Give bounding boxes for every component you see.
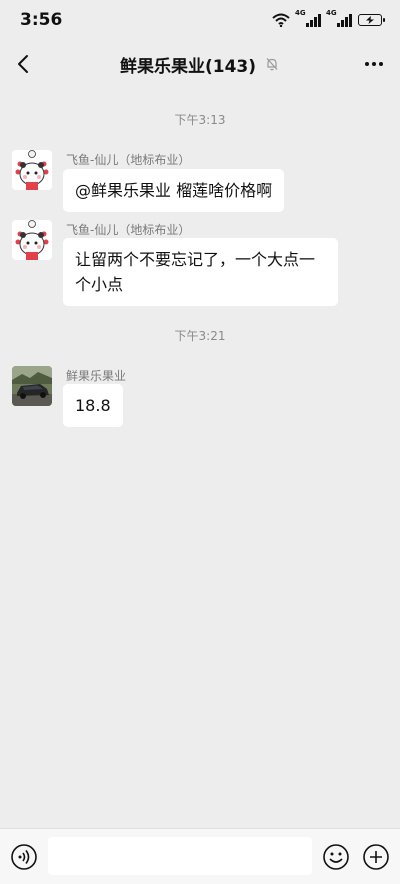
voice-icon[interactable] <box>10 843 38 871</box>
avatar[interactable] <box>12 366 52 406</box>
message-bubble[interactable]: 让留两个不要忘记了，一个大点一 个小点 <box>63 238 338 306</box>
status-bar: 3:56 4G 4G <box>0 0 400 40</box>
chat-area[interactable]: 下午3:13 飞鱼-仙儿（地标布业） @鲜果乐果业 榴莲啥价格啊 飞鱼-仙儿（地… <box>0 88 400 828</box>
more-dots-icon[interactable] <box>362 52 386 76</box>
status-icons: 4G 4G <box>272 9 385 27</box>
battery-charging-icon <box>358 14 385 26</box>
time-separator: 下午3:13 <box>174 113 226 127</box>
avatar[interactable] <box>12 220 52 260</box>
sender-name: 飞鱼-仙儿（地标布业） <box>66 223 191 237</box>
message-input[interactable] <box>48 837 312 875</box>
time-separator: 下午3:21 <box>174 329 226 343</box>
bell-off-icon <box>266 58 278 71</box>
message-bubble[interactable]: 18.8 <box>63 384 123 427</box>
chat-header: 鲜果乐果业(143) <box>0 40 400 88</box>
car-photo-avatar <box>12 366 52 406</box>
signal-icon: 4G <box>295 9 321 27</box>
message-line: 让留两个不要忘记了，一个大点一 <box>75 250 316 269</box>
signal-icon: 4G <box>326 9 352 27</box>
title-wrap: 鲜果乐果业(143) <box>120 52 280 77</box>
plus-icon[interactable] <box>362 843 390 871</box>
sender-name: 飞鱼-仙儿（地标布业） <box>66 153 191 167</box>
panda-bear-avatar <box>12 150 52 190</box>
network-type-1: 4G <box>295 9 306 17</box>
avatar[interactable] <box>12 150 52 190</box>
sender-name: 鲜果乐果业 <box>66 369 127 383</box>
status-time: 3:56 <box>20 10 63 30</box>
emoji-icon[interactable] <box>322 843 350 871</box>
input-bar <box>0 828 400 884</box>
message-bubble[interactable]: @鲜果乐果业 榴莲啥价格啊 <box>63 169 285 212</box>
message-line: 个小点 <box>75 275 124 294</box>
wifi-icon <box>272 13 290 27</box>
panda-bear-avatar <box>12 220 52 260</box>
network-type-2: 4G <box>326 9 337 17</box>
chat-title: 鲜果乐果业(143) <box>119 56 257 77</box>
chevron-left-icon[interactable] <box>12 52 36 76</box>
